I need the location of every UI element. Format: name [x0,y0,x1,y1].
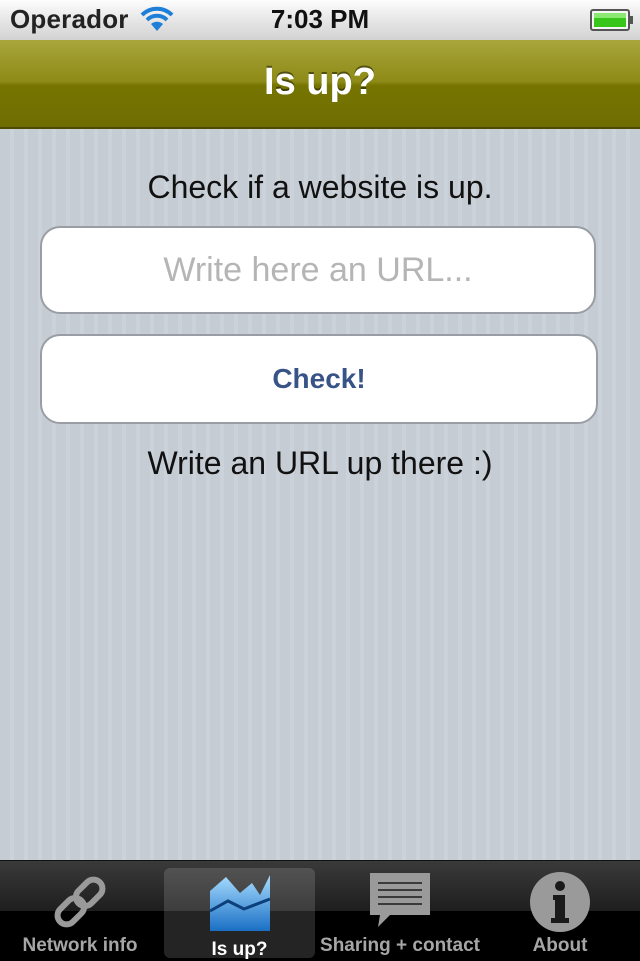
result-message: Write an URL up there :) [147,445,493,481]
main-content: Check if a website is up. Check! Write a… [0,129,640,860]
navigation-bar: Is up? [0,40,640,129]
instructions-heading: Check if a website is up. [147,169,493,205]
page-title: Is up? [264,61,376,103]
tab-label: About [532,935,588,956]
speech-bubble-icon [370,873,430,927]
clock: 7:03 PM [270,4,370,34]
status-bar: Operador 7:03 PM [0,0,640,41]
tab-about[interactable]: About [480,861,640,961]
battery-icon [590,9,633,31]
tab-label: Network info [22,935,138,956]
tab-is-up[interactable]: Is up? [164,868,315,960]
url-input[interactable] [40,226,596,314]
tab-label: Is up? [211,939,268,960]
tab-bar: Network info Is up? Sharing + contact Ab… [0,860,640,961]
area-chart-icon [208,875,271,931]
check-button[interactable]: Check! [40,334,598,424]
tab-network-info[interactable]: Network info [0,861,160,961]
tab-label: Sharing + contact [320,935,480,956]
info-icon [530,872,590,932]
chain-link-icon [54,876,106,928]
tab-sharing-contact[interactable]: Sharing + contact [320,861,480,961]
